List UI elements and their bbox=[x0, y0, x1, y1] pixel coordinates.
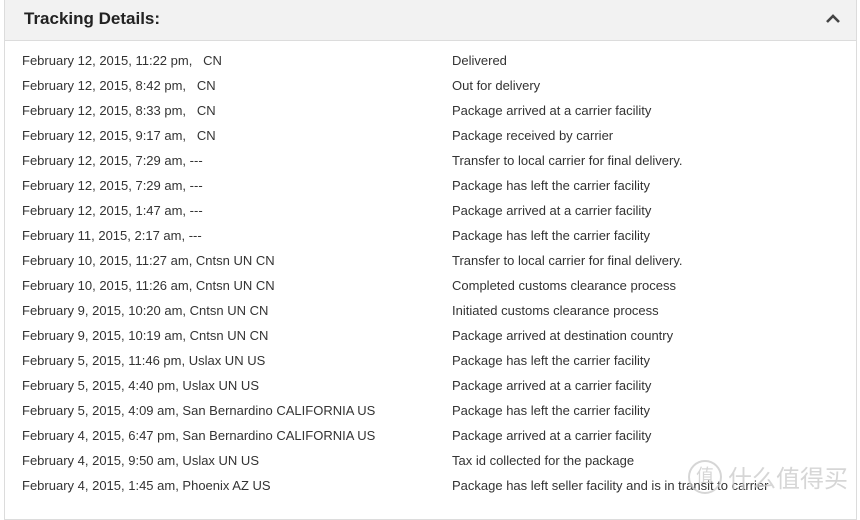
watermark-text: 什么值得买 bbox=[728, 465, 848, 493]
event-datetime-location: February 4, 2015, 6:47 pm, San Bernardin… bbox=[22, 428, 376, 443]
tracking-event-row: February 9, 2015, 10:20 am, Cntsn UN CN I… bbox=[5, 298, 856, 323]
event-status: Package arrived at a carrier facility bbox=[452, 378, 652, 393]
event-status: Transfer to local carrier for final deli… bbox=[452, 153, 683, 168]
event-datetime-location: February 9, 2015, 10:19 am, Cntsn UN CN bbox=[22, 328, 269, 343]
panel-header[interactable]: Tracking Details: bbox=[5, 0, 856, 41]
event-datetime-location: February 10, 2015, 11:27 am, Cntsn UN CN bbox=[22, 253, 275, 268]
event-status: Out for delivery bbox=[452, 78, 541, 93]
event-status: Package received by carrier bbox=[452, 128, 614, 143]
tracking-event-row: February 12, 2015, 8:33 pm, CN Package ar… bbox=[5, 98, 856, 123]
event-datetime-location: February 4, 2015, 1:45 am, Phoenix AZ US bbox=[22, 478, 271, 493]
panel-title: Tracking Details: bbox=[24, 9, 161, 28]
event-datetime-location: February 12, 2015, 8:42 pm, CN bbox=[22, 78, 216, 93]
event-datetime-location: February 12, 2015, 1:47 am, --- bbox=[22, 203, 203, 218]
tracking-event-row: February 10, 2015, 11:27 am, Cntsn UN CN… bbox=[5, 248, 856, 273]
event-datetime-location: February 12, 2015, 8:33 pm, CN bbox=[22, 103, 216, 118]
tracking-event-row: February 12, 2015, 9:17 am, CN Package re… bbox=[5, 123, 856, 148]
event-status: Initiated customs clearance process bbox=[452, 303, 659, 318]
tracking-event-row: February 12, 2015, 1:47 am, --- Package a… bbox=[5, 198, 856, 223]
event-datetime-location: February 10, 2015, 11:26 am, Cntsn UN CN bbox=[22, 278, 275, 293]
event-status: Completed customs clearance process bbox=[452, 278, 676, 293]
event-status: Package has left the carrier facility bbox=[452, 353, 650, 368]
event-status: Package has left the carrier facility bbox=[452, 228, 650, 243]
tracking-event-row: February 5, 2015, 4:09 am, San Bernardin… bbox=[5, 398, 856, 423]
event-status: Package arrived at a carrier facility bbox=[452, 428, 652, 443]
tracking-event-row: February 12, 2015, 11:22 pm, CN Delivered bbox=[5, 48, 856, 73]
event-status: Transfer to local carrier for final deli… bbox=[452, 253, 683, 268]
tracking-event-row: February 5, 2015, 11:46 pm, Uslax UN US P… bbox=[5, 348, 856, 373]
event-status: Package arrived at a carrier facility bbox=[452, 103, 652, 118]
event-status: Package arrived at a carrier facility bbox=[452, 203, 652, 218]
event-datetime-location: February 12, 2015, 7:29 am, --- bbox=[22, 153, 203, 168]
event-status: Delivered bbox=[452, 53, 507, 68]
event-datetime-location: February 4, 2015, 9:50 am, Uslax UN US bbox=[22, 453, 259, 468]
event-datetime-location: February 12, 2015, 11:22 pm, CN bbox=[22, 53, 222, 68]
tracking-event-row: February 12, 2015, 7:29 am, --- Transfer … bbox=[5, 148, 856, 173]
tracking-event-row: February 12, 2015, 7:29 am, --- Package h… bbox=[5, 173, 856, 198]
tracking-details-panel: Tracking Details: February 12, 2015, 11:… bbox=[4, 0, 857, 520]
watermark-logo: 值 什么值得买 bbox=[688, 459, 848, 494]
event-datetime-location: February 5, 2015, 4:40 pm, Uslax UN US bbox=[22, 378, 259, 393]
chevron-up-icon[interactable] bbox=[824, 10, 842, 28]
event-datetime-location: February 12, 2015, 9:17 am, CN bbox=[22, 128, 216, 143]
watermark-badge: 值 bbox=[688, 459, 722, 494]
event-status: Tax id collected for the package bbox=[452, 453, 635, 468]
tracking-events-list: February 12, 2015, 11:22 pm, CN Delivered… bbox=[5, 48, 856, 498]
tracking-event-row: February 9, 2015, 10:19 am, Cntsn UN CN P… bbox=[5, 323, 856, 348]
tracking-event-row: February 12, 2015, 8:42 pm, CN Out for de… bbox=[5, 73, 856, 98]
tracking-event-row: February 11, 2015, 2:17 am, --- Package h… bbox=[5, 223, 856, 248]
event-status: Package has left the carrier facility bbox=[452, 403, 650, 418]
tracking-event-row: February 4, 2015, 6:47 pm, San Bernardin… bbox=[5, 423, 856, 448]
tracking-event-row: February 10, 2015, 11:26 am, Cntsn UN CN… bbox=[5, 273, 856, 298]
event-datetime-location: February 5, 2015, 4:09 am, San Bernardin… bbox=[22, 403, 376, 418]
event-status: Package arrived at destination country bbox=[452, 328, 674, 343]
event-datetime-location: February 11, 2015, 2:17 am, --- bbox=[22, 228, 202, 243]
tracking-event-row: February 5, 2015, 4:40 pm, Uslax UN US Pa… bbox=[5, 373, 856, 398]
event-datetime-location: February 9, 2015, 10:20 am, Cntsn UN CN bbox=[22, 303, 269, 318]
event-status: Package has left the carrier facility bbox=[452, 178, 650, 193]
event-datetime-location: February 12, 2015, 7:29 am, --- bbox=[22, 178, 203, 193]
event-datetime-location: February 5, 2015, 11:46 pm, Uslax UN US bbox=[22, 353, 266, 368]
